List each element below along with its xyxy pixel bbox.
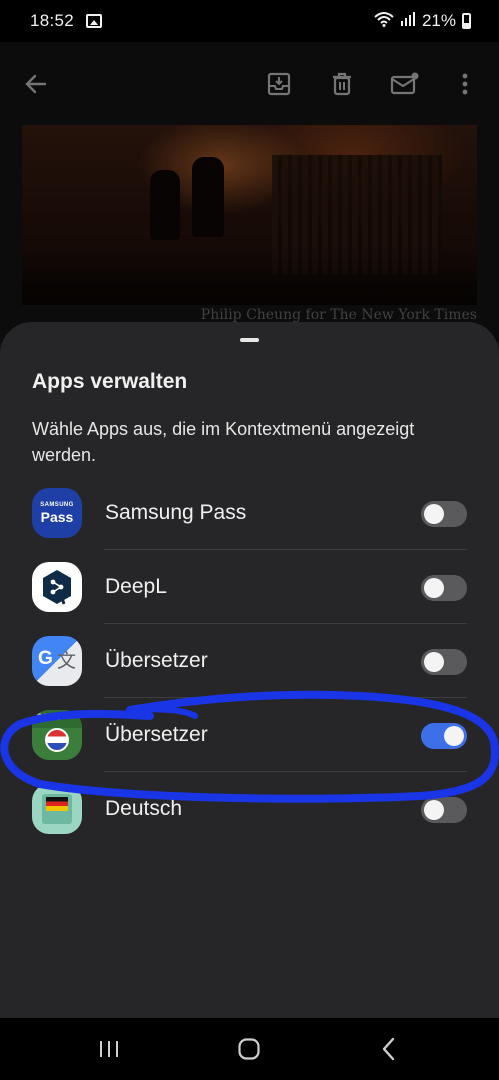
battery-icon: [462, 13, 471, 29]
app-name: Deutsch: [105, 797, 183, 820]
samsung-pass-icon-label: SAMSUNG: [40, 501, 74, 508]
german-flag: [46, 797, 68, 811]
app-row-deutsch[interactable]: Deutsch: [0, 772, 499, 846]
google-translate-wen: 文: [56, 651, 76, 672]
pons-icon-label: PONS: [36, 712, 62, 722]
sheet-subtitle: Wähle Apps aus, die im Kontextmenü angez…: [32, 419, 415, 465]
manage-apps-sheet: Apps verwalten Wähle Apps aus, die im Ko…: [0, 322, 499, 1018]
app-name: Übersetzer: [105, 723, 208, 746]
toggle-knob: [424, 504, 444, 524]
app-row-pons-translator[interactable]: PONS Übersetzer: [0, 698, 499, 772]
recents-icon[interactable]: [89, 1032, 129, 1066]
pons-translator-icon: PONS: [32, 710, 82, 760]
deepl-icon: [32, 562, 82, 612]
app-name: DeepL: [105, 575, 167, 598]
deutsch-book-icon: [32, 784, 82, 834]
app-list: SAMSUNG Pass Samsung Pass DeepL G 文 Über…: [0, 476, 499, 846]
signal-icon: [400, 11, 416, 32]
back-icon[interactable]: [369, 1032, 409, 1066]
google-translate-g: G: [38, 648, 53, 669]
toggle-knob: [424, 800, 444, 820]
toggle-knob: [424, 652, 444, 672]
app-name: Samsung Pass: [105, 501, 247, 524]
app-name: Übersetzer: [105, 649, 208, 672]
status-time: 18:52: [30, 11, 75, 30]
gallery-icon: [86, 14, 103, 28]
toggle-knob: [444, 726, 464, 746]
battery-percent: 21%: [421, 11, 456, 30]
google-translate-icon: G 文: [32, 636, 82, 686]
pons-globe: [45, 728, 69, 752]
toggle-google-translate[interactable]: [421, 649, 467, 675]
samsung-pass-icon-main: Pass: [40, 508, 74, 525]
toggle-samsung-pass[interactable]: [421, 501, 467, 527]
sheet-title: Apps verwalten: [32, 370, 188, 393]
drag-handle[interactable]: [240, 338, 259, 342]
samsung-pass-icon: SAMSUNG Pass: [32, 488, 82, 538]
app-row-google-translate[interactable]: G 文 Übersetzer: [0, 624, 499, 698]
app-row-samsung-pass[interactable]: SAMSUNG Pass Samsung Pass: [0, 476, 499, 550]
toggle-deepl[interactable]: [421, 575, 467, 601]
status-bar: 18:52 21%: [0, 0, 499, 42]
status-right: 21%: [374, 11, 471, 32]
scrim[interactable]: [0, 42, 499, 342]
home-icon[interactable]: [229, 1032, 269, 1066]
wifi-icon: [374, 11, 394, 32]
toggle-deutsch[interactable]: [421, 797, 467, 823]
toggle-pons-translator[interactable]: [421, 723, 467, 749]
toggle-knob: [424, 578, 444, 598]
app-row-deepl[interactable]: DeepL: [0, 550, 499, 624]
navigation-bar: [0, 1018, 499, 1080]
